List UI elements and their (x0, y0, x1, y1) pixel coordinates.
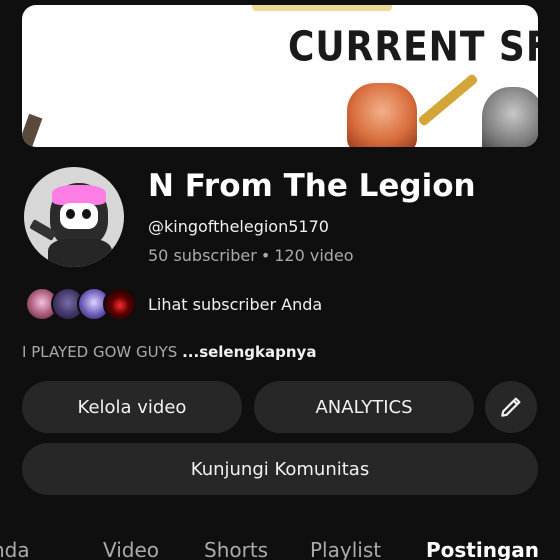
manage-videos-button[interactable]: Kelola video (22, 381, 242, 433)
avatar-hair (52, 185, 106, 205)
banner-staff (417, 73, 479, 127)
tab-video[interactable]: Video (103, 538, 159, 560)
banner-character-monkey (347, 83, 417, 147)
stats-separator: • (260, 246, 271, 265)
tab-home[interactable]: nda (0, 538, 30, 560)
video-count: 120 video (274, 246, 354, 265)
analytics-button[interactable]: ANALYTICS (254, 381, 474, 433)
pencil-icon (501, 397, 521, 417)
tab-shorts[interactable]: Shorts (204, 538, 268, 560)
avatar-eye-right (82, 209, 91, 219)
channel-stats: 50 subscriber • 120 video (148, 246, 354, 265)
banner-character-knight (482, 87, 538, 147)
description-text: I PLAYED GOW GUYS (22, 343, 178, 361)
channel-tabs: nda Video Shorts Playlist Postingan (0, 538, 560, 560)
channel-description[interactable]: I PLAYED GOW GUYS ...selengkapnya (22, 343, 316, 361)
read-more-link[interactable]: ...selengkapnya (182, 343, 316, 361)
channel-handle: @kingofthelegion5170 (148, 217, 329, 236)
banner-figure-left (22, 113, 43, 147)
channel-name: N From The Legion (148, 168, 476, 204)
channel-banner[interactable]: CURRENT SF (22, 5, 538, 147)
tab-playlist[interactable]: Playlist (310, 538, 381, 560)
view-subscribers-link[interactable]: Lihat subscriber Anda (148, 295, 322, 314)
channel-avatar[interactable] (22, 165, 126, 269)
subscriber-count: 50 subscriber (148, 246, 257, 265)
subscriber-avatar (103, 287, 137, 321)
subscriber-avatars[interactable] (25, 287, 137, 321)
visit-community-button[interactable]: Kunjungi Komunitas (22, 443, 538, 495)
avatar-eye-left (66, 209, 75, 219)
banner-text: CURRENT SF (288, 23, 538, 72)
avatar-body (48, 239, 112, 267)
banner-art-top (252, 5, 392, 11)
tab-posts[interactable]: Postingan (426, 538, 539, 560)
edit-channel-button[interactable] (485, 381, 537, 433)
